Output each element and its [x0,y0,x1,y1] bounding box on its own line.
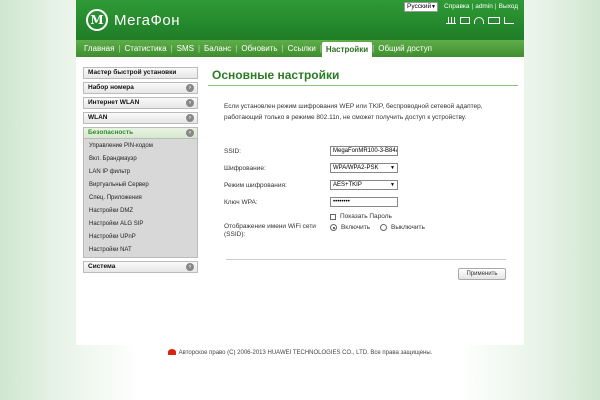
encryption-select[interactable]: WPA/WPA2-PSK ▼ [330,163,398,173]
submenu-item-alg-sip[interactable]: Настройки ALG SIP [84,218,197,231]
enable-radio[interactable] [330,224,337,231]
expand-icon[interactable]: › [186,114,194,122]
divider: | [494,3,497,10]
expand-icon[interactable]: › [186,84,194,92]
wpa-key-row: Ключ WPA: •••••••• [224,197,504,209]
sidebar-item-label: Набор номера [88,84,134,91]
ssid-row: SSID: MegaFonMR100-3-B84A [224,146,504,158]
tab-update[interactable]: Обновить [237,40,281,57]
encryption-label: Шифрование: [224,165,266,172]
disable-label: Выключить [391,224,425,231]
ssid-broadcast-label: Отображение имени WiFi сети (SSID): [224,223,316,238]
logo-text: МегаФон [114,11,181,29]
submenu-item-firewall[interactable]: Вкл. Брандмауэр [84,153,197,166]
huawei-logo-icon [167,349,176,356]
show-password-checkbox[interactable] [330,213,336,220]
main-nav: Главная | Статистика | SMS | Баланс | Обнови… [76,40,524,57]
tab-home[interactable]: Главная [80,40,118,57]
main-panel: Основные настройки Если установлен режим… [208,67,518,238]
network-status-icon [504,17,514,24]
sidebar-item-wlan[interactable]: WLAN › [83,112,198,124]
tab-sharing[interactable]: Общий доступ [374,40,436,57]
ssid-input[interactable]: MegaFonMR100-3-B84A [330,146,398,156]
sidebar-item-label: Мастер быстрой установки [88,69,177,76]
battery-icon [488,17,500,24]
chevron-down-icon: ▼ [390,165,395,171]
sidebar-item-security[interactable]: Безопасность ‹ [83,127,198,139]
mail-icon[interactable] [460,17,470,24]
page-title: Основные настройки [212,68,340,82]
language-value: Русский [407,3,432,10]
sidebar-item-label: Безопасность [88,129,134,136]
signal-strength-icon [446,17,456,24]
wifi-icon [474,17,484,24]
tab-links[interactable]: Ссылки [284,40,320,57]
megafon-logo[interactable]: М МегаФон [86,8,180,32]
encryption-value: WPA/WPA2-PSK [333,165,379,171]
enable-label: Включить [340,224,371,231]
sidebar-item-internet-wlan[interactable]: Интернет WLAN › [83,97,198,109]
user-link[interactable]: admin [475,3,493,10]
footer: Авторское право (C) 2006-2013 HUAWEI TEC… [76,345,524,361]
form-divider [226,259,506,260]
sidebar-item-label: Система [88,263,116,270]
help-link[interactable]: Справка [444,3,470,10]
sidebar-item-dialup[interactable]: Набор номера › [83,82,198,94]
collapse-icon[interactable]: ‹ [186,129,194,137]
ssid-broadcast-options: Включить Выключить [330,224,425,231]
show-password-label: Показать Пароль [339,213,392,220]
content: Мастер быстрой установки Набор номера › … [76,57,524,345]
chevron-down-icon: ▼ [390,182,395,188]
submenu-item-special-apps[interactable]: Спец. Приложения [84,192,197,205]
disable-radio[interactable] [380,224,388,231]
divider: | [471,3,474,10]
title-divider [208,85,518,86]
expand-icon[interactable]: › [186,99,194,107]
wpa-key-input[interactable]: •••••••• [330,197,398,207]
tab-settings[interactable]: Настройки [321,42,373,57]
logout-link[interactable]: Выход [499,3,518,10]
megafon-logo-icon: М [86,9,108,31]
security-submenu: Управление PIN-кодом Вкл. Брандмауэр LAN… [83,139,198,258]
language-select[interactable]: Русский ▼ [404,2,438,12]
submenu-item-virtual-server[interactable]: Виртуальный Сервер [84,179,197,192]
sidebar-item-label: Интернет WLAN [88,99,140,106]
page: М МегаФон Русский ▼ Справка | admin | Выход … [76,0,524,400]
sidebar-item-system[interactable]: Система › [83,261,198,273]
tab-sms[interactable]: SMS [173,40,198,57]
tab-balance[interactable]: Баланс [200,40,235,57]
encryption-mode-row: Режим шифрования: AES+TKIP ▼ [224,180,504,192]
apply-button[interactable]: Применить [458,268,506,280]
sidebar-item-label: WLAN [88,114,108,121]
submenu-item-nat[interactable]: Настройки NAT [84,244,197,257]
submenu-item-lan-ip-filter[interactable]: LAN IP фильтр [84,166,197,179]
submenu-item-upnp[interactable]: Настройки UPnP [84,231,197,244]
encryption-row: Шифрование: WPA/WPA2-PSK ▼ [224,163,504,175]
wpa-key-label: Ключ WPA: [224,199,258,206]
copyright-text: Авторское право (C) 2006-2013 HUAWEI TEC… [178,350,433,356]
sidebar: Мастер быстрой установки Набор номера › … [83,67,198,276]
sidebar-item-quick-setup[interactable]: Мастер быстрой установки [83,67,198,79]
encryption-mode-value: AES+TKIP [333,182,362,188]
top-links: Справка | admin | Выход [444,2,518,12]
status-icons [446,17,514,24]
ssid-broadcast-row: Отображение имени WiFi сети (SSID): Вклю… [224,221,504,243]
submenu-item-dmz[interactable]: Настройки DMZ [84,205,197,218]
ssid-label: SSID: [224,148,241,155]
show-password-control[interactable]: Показать Пароль [330,213,392,220]
tab-statistics[interactable]: Статистика [121,40,171,57]
expand-icon[interactable]: › [186,263,194,271]
encryption-mode-select[interactable]: AES+TKIP ▼ [330,180,398,190]
header: М МегаФон Русский ▼ Справка | admin | Выход [76,0,524,40]
chevron-down-icon: ▼ [431,4,436,10]
wep-notice: Если установлен режим шифрования WEP или… [224,103,483,121]
encryption-mode-label: Режим шифрования: [224,182,287,189]
submenu-item-pin[interactable]: Управление PIN-кодом [84,140,197,153]
